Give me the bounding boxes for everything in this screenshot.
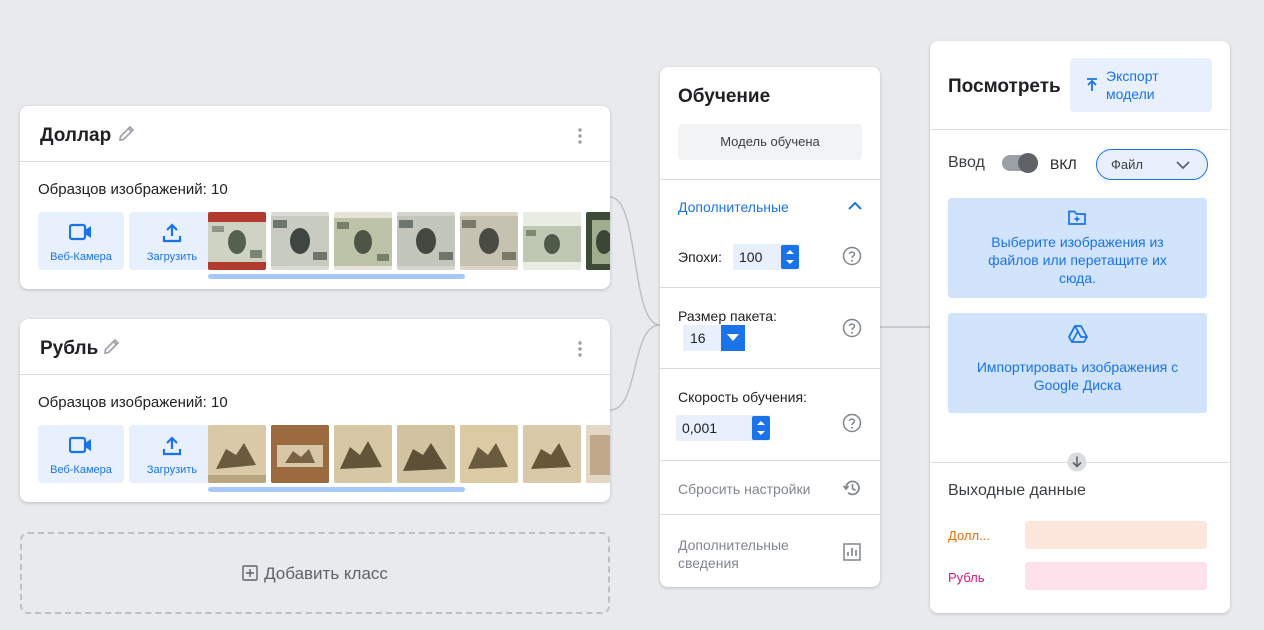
sample-thumbnail[interactable] <box>334 212 392 270</box>
thumbnail-scrollbar[interactable] <box>208 487 465 492</box>
output-bar-dollar <box>1025 521 1207 549</box>
file-drop-text: Выберите изображения из файлов или перет… <box>988 234 1167 286</box>
add-box-icon <box>242 565 258 581</box>
output-bar-ruble <box>1025 562 1207 590</box>
chevron-down-icon <box>1176 161 1190 170</box>
sample-thumbnail[interactable] <box>523 212 581 270</box>
divider <box>660 368 880 369</box>
batch-size-label: Размер пакета: <box>678 308 777 324</box>
upload-button[interactable]: Загрузить <box>129 425 215 483</box>
upload-icon <box>162 436 182 456</box>
divider <box>660 460 880 461</box>
model-trained-button[interactable]: Модель обучена <box>678 124 862 160</box>
divider <box>660 514 880 515</box>
export-icon <box>1087 78 1097 91</box>
webcam-label: Веб-Камера <box>50 464 112 476</box>
details-label[interactable]: Дополнительные сведения <box>678 536 808 572</box>
batch-size-select[interactable]: 16 <box>683 325 745 351</box>
file-drop-zone[interactable]: Выберите изображения из файлов или перет… <box>948 198 1207 298</box>
learning-rate-input[interactable]: 0,001 <box>676 415 770 441</box>
webcam-button[interactable]: Веб-Камера <box>38 425 124 483</box>
export-model-button[interactable]: Экспорт модели <box>1070 58 1212 112</box>
sample-thumbnails[interactable] <box>208 425 610 485</box>
divider <box>660 179 880 180</box>
add-class-content: Добавить класс <box>22 564 608 584</box>
samples-count: Образцов изображений: 10 <box>38 181 228 198</box>
sample-thumbnail[interactable] <box>523 425 581 483</box>
learning-rate-label: Скорость обучения: <box>678 389 807 405</box>
epochs-label: Эпохи: <box>678 249 722 265</box>
video-camera-icon <box>69 223 91 241</box>
google-drive-icon <box>1068 325 1088 343</box>
help-icon[interactable] <box>842 413 862 433</box>
export-model-label: Экспорт модели <box>1106 68 1159 102</box>
bar-chart-icon[interactable] <box>842 542 862 562</box>
more-options-icon[interactable] <box>570 126 590 146</box>
upload-button[interactable]: Загрузить <box>129 212 215 270</box>
arrow-down-icon <box>1067 452 1087 472</box>
epochs-value: 100 <box>739 249 763 265</box>
webcam-label: Веб-Камера <box>50 251 112 263</box>
class-name[interactable]: Доллар <box>40 125 111 147</box>
sample-thumbnail[interactable] <box>586 212 610 270</box>
more-options-icon[interactable] <box>570 339 590 359</box>
training-card: Обучение Модель обучена Дополнительные Э… <box>660 67 880 587</box>
preview-card: Посмотреть Экспорт модели Ввод ВКЛ Файл … <box>930 41 1230 613</box>
pencil-icon[interactable] <box>117 123 137 143</box>
sample-thumbnail[interactable] <box>334 425 392 483</box>
sample-thumbnail[interactable] <box>586 425 610 483</box>
upload-label: Загрузить <box>146 251 198 263</box>
video-camera-icon <box>69 436 91 454</box>
add-class-button[interactable]: Добавить класс <box>20 532 610 614</box>
sample-thumbnail[interactable] <box>460 425 518 483</box>
add-class-label: Добавить класс <box>264 564 388 583</box>
sample-thumbnail[interactable] <box>208 425 266 483</box>
class-name[interactable]: Рубль <box>40 338 98 360</box>
divider <box>660 287 880 288</box>
pencil-icon[interactable] <box>102 336 122 356</box>
google-drive-text: Импортировать изображения с Google Диска <box>976 359 1179 393</box>
webcam-button[interactable]: Веб-Камера <box>38 212 124 270</box>
sample-thumbnail[interactable] <box>271 212 329 270</box>
class-header: Доллар <box>20 106 610 162</box>
class-card-ruble: Рубль Образцов изображений: 10 Веб-Камер… <box>20 319 610 502</box>
dropdown-arrow-icon[interactable] <box>721 325 745 351</box>
sample-thumbnail[interactable] <box>208 212 266 270</box>
learning-rate-value: 0,001 <box>682 420 718 436</box>
input-source-value: Файл <box>1111 157 1143 172</box>
sample-thumbnail[interactable] <box>397 425 455 483</box>
reset-settings-label[interactable]: Сбросить настройки <box>678 481 810 497</box>
sample-thumbnail[interactable] <box>271 425 329 483</box>
sample-thumbnail[interactable] <box>460 212 518 270</box>
class-header: Рубль <box>20 319 610 375</box>
google-drive-import[interactable]: Импортировать изображения с Google Диска <box>948 313 1207 413</box>
batch-size-value: 16 <box>690 330 706 346</box>
folder-add-icon <box>1068 210 1086 225</box>
sample-thumbnail[interactable] <box>397 212 455 270</box>
upload-label: Загрузить <box>146 464 198 476</box>
training-title: Обучение <box>678 86 771 107</box>
input-source-select[interactable]: Файл <box>1096 149 1208 180</box>
history-icon[interactable] <box>842 478 862 498</box>
spinner-icon[interactable] <box>781 245 799 269</box>
thumbnail-scrollbar[interactable] <box>208 274 465 279</box>
chevron-up-icon[interactable] <box>846 197 864 215</box>
help-icon[interactable] <box>842 318 862 338</box>
toggle-label: ВКЛ <box>1050 156 1077 172</box>
output-label-ruble: Рубль <box>948 570 985 585</box>
class-card-dollar: Доллар Образцов изображений: 10 Веб-Каме… <box>20 106 610 289</box>
spinner-icon[interactable] <box>752 416 770 440</box>
output-label-dollar: Долл... <box>948 528 990 543</box>
sample-thumbnails[interactable] <box>208 212 610 272</box>
epochs-input[interactable]: 100 <box>733 244 799 270</box>
preview-title: Посмотреть <box>948 76 1061 97</box>
samples-count: Образцов изображений: 10 <box>38 394 228 411</box>
divider <box>930 129 1230 130</box>
advanced-toggle-label[interactable]: Дополнительные <box>678 199 789 215</box>
input-label: Ввод <box>948 154 985 171</box>
output-title: Выходные данные <box>948 482 1086 499</box>
help-icon[interactable] <box>842 246 862 266</box>
upload-icon <box>162 223 182 243</box>
toggle-knob[interactable] <box>1018 153 1038 173</box>
